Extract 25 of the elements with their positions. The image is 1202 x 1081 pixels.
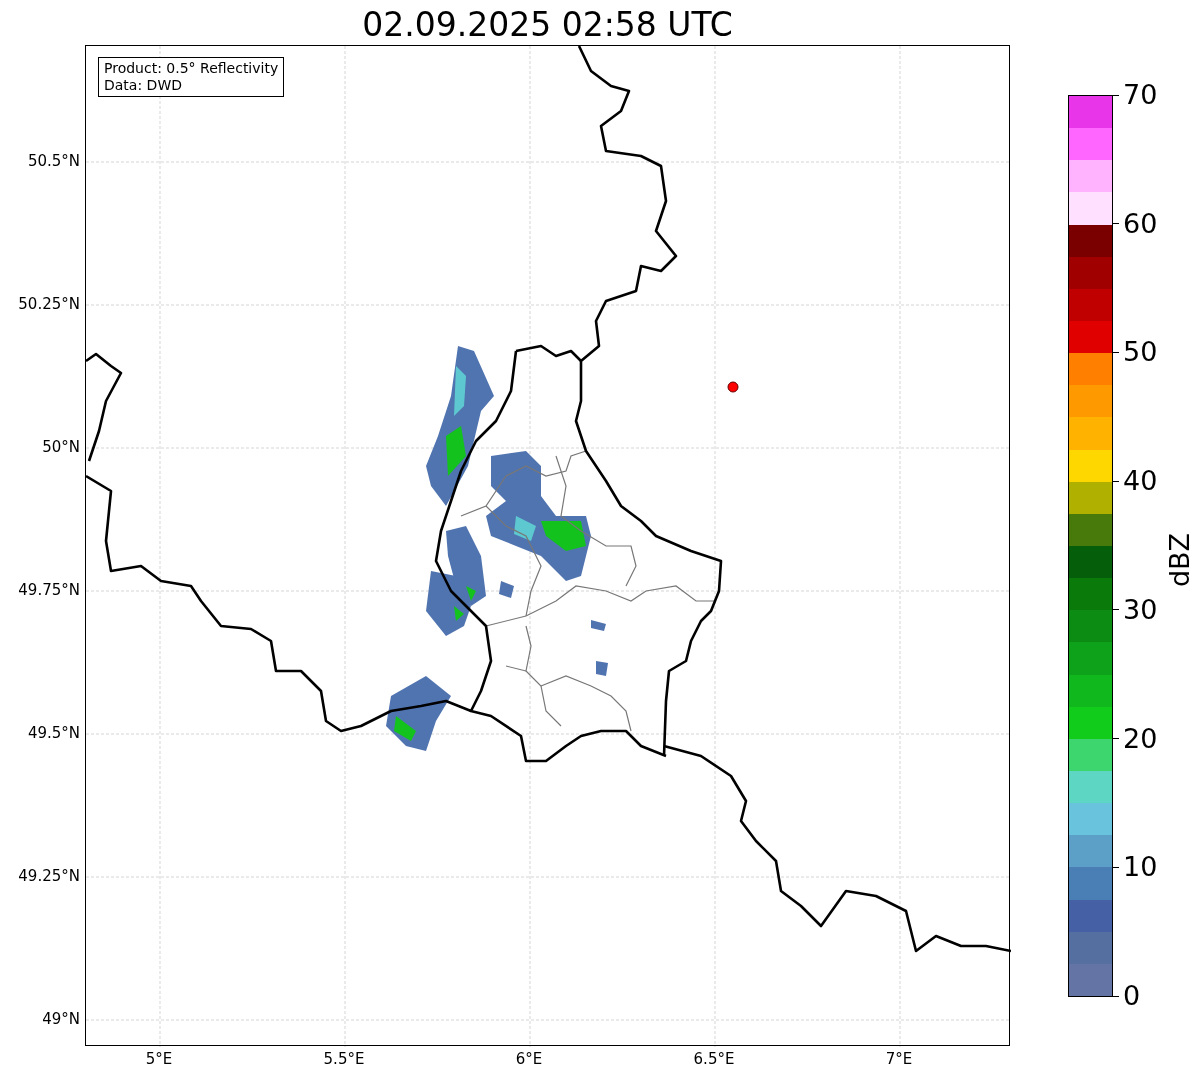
colorbar-tick-label: 60 [1123,207,1158,240]
latitude-label: 50°N [42,438,80,456]
latitude-label: 49°N [42,1010,80,1028]
colorbar-tick-label: 10 [1123,851,1158,884]
longitude-label: 5.5°E [323,1050,365,1068]
colorbar-tick-label: 70 [1123,79,1158,111]
colorbar-tick-label: 0 [1123,980,1141,1012]
longitude-label: 6.5°E [693,1050,735,1068]
chart-title: 02.09.2025 02:58 UTC [362,4,733,46]
colorbar-label: dBZ [1164,532,1196,588]
latitude-label: 49.5°N [27,724,80,742]
colorbar-tick-label: 30 [1123,593,1158,626]
radar-site-marker [727,381,739,393]
colorbar-tick-label: 40 [1123,465,1158,498]
latitude-label: 49.25°N [18,867,80,885]
colorbar-tick-label: 50 [1123,336,1158,369]
longitude-label: 5°E [145,1050,173,1068]
colorbar-tick-label: 20 [1123,722,1158,755]
latitude-label: 50.5°N [27,152,80,170]
longitude-label: 6°E [515,1050,543,1068]
info-text: Product: 0.5° Reflectivity [104,60,279,77]
latitude-label: 49.75°N [18,581,80,599]
latitude-label: 50.25°N [18,295,80,313]
info-text: Data: DWD [104,77,183,94]
longitude-label: 7°E [885,1050,913,1068]
